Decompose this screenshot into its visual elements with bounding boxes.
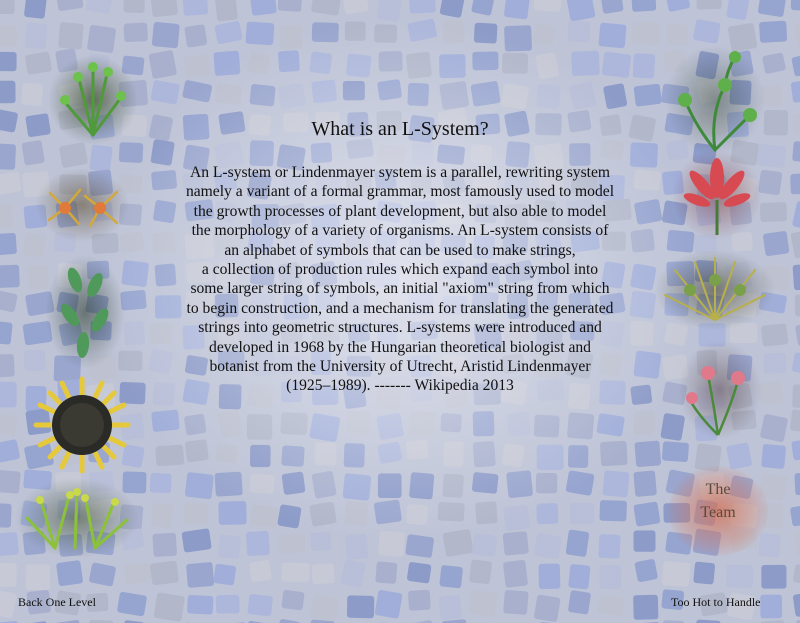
plant-image-red-flower — [672, 150, 762, 240]
description-line: developed in 1968 by the Hungarian theor… — [209, 338, 591, 356]
description-line: a collection of production rules which e… — [201, 261, 599, 279]
too-hot-to-handle-link[interactable]: Too Hot to Handle — [671, 595, 760, 610]
plant-image-leafy — [45, 255, 125, 369]
description-line: to begin construction, and a mechanism f… — [186, 299, 614, 317]
description-line: strings into geometric structures. L-sys… — [198, 319, 602, 337]
description-line: the morphology of a variety of organisms… — [191, 222, 609, 240]
plant-image-pink-flower — [678, 340, 762, 440]
lsystem-description: An L-system or Lindenmayer system is a p… — [140, 163, 660, 396]
description-line: an alphabet of symbols that can be used … — [224, 241, 576, 259]
description-line: botanist from the University of Utrecht,… — [209, 358, 591, 376]
team-link-line1: The — [705, 481, 731, 498]
description-line: namely a variant of a formal grammar, mo… — [185, 183, 615, 201]
description-line: the growth processes of plant developmen… — [193, 202, 607, 220]
description-line: An L-system or Lindenmayer system is a p… — [189, 164, 611, 181]
team-link-label[interactable]: The Team — [668, 478, 768, 524]
page-canvas: What is an L-System? An L-system or Lind… — [0, 0, 800, 623]
plant-image-orange-flower — [35, 168, 129, 242]
plant-image-grass-shrub — [655, 250, 775, 330]
description-line: some larger string of symbols, an initia… — [190, 280, 610, 298]
team-link[interactable]: The Team — [668, 466, 768, 556]
plant-image-sunflower — [33, 376, 131, 474]
back-one-level-link[interactable]: Back One Level — [18, 595, 96, 610]
description-line: (1925–1989). ------- Wikipedia 2013 — [286, 377, 514, 395]
page-title: What is an L-System? — [311, 118, 489, 140]
team-link-line2: Team — [700, 504, 736, 521]
plant-image-yellow-green-shrub — [15, 478, 139, 558]
